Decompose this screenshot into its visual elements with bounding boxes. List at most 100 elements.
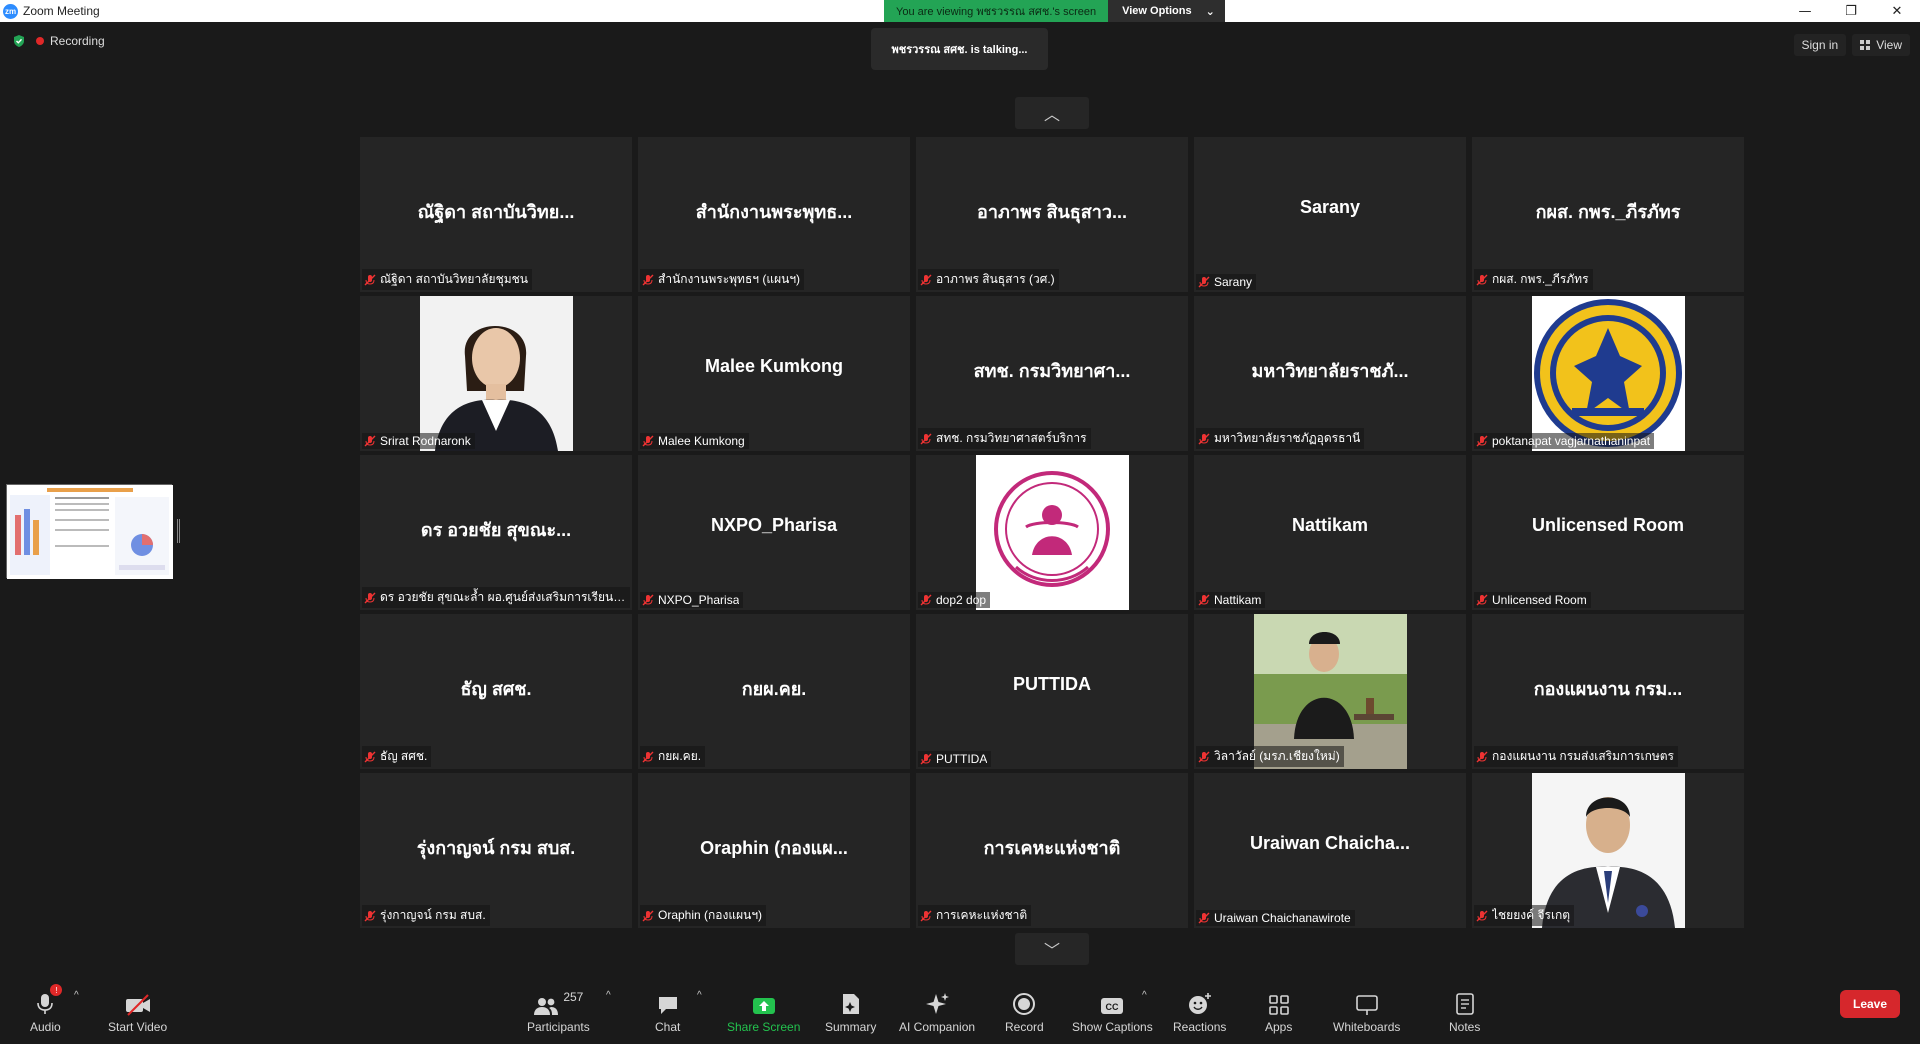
participant-tile[interactable]: Uraiwan Chaicha... Uraiwan Chaichanawirot… [1194,773,1466,928]
participant-tile[interactable]: poktanapat vagjarnathaninpat [1472,296,1744,451]
participant-name-text: วิลาวัลย์ (มรภ.เชียงใหม่) [1214,749,1340,763]
close-button[interactable]: ✕ [1874,0,1920,22]
participant-name-label: Nattikam [1196,592,1266,608]
view-label: View [1876,38,1902,52]
participant-name-text: Oraphin (กองแผนฯ) [658,908,763,922]
participant-name-label: กยผ.คย. [640,746,706,767]
participant-tile[interactable]: Malee Kumkong Malee Kumkong [638,296,910,451]
participant-name-text: poktanapat vagjarnathaninpat [1492,434,1651,448]
chevron-down-icon: ﹀ [1043,943,1060,960]
chat-button[interactable]: Chat [655,990,680,1034]
notes-button[interactable]: Notes [1449,990,1480,1034]
whiteboard-icon [1355,995,1378,1015]
participant-tile[interactable]: NXPO_Pharisa NXPO_Pharisa [638,455,910,610]
mic-muted-icon [1198,433,1210,444]
participant-picture [976,455,1129,610]
apps-button[interactable]: Apps [1265,990,1292,1034]
window-controls: — ❐ ✕ [1782,0,1920,22]
captions-options-caret-icon[interactable]: ^ [1142,990,1147,1001]
participant-display-name: NXPO_Pharisa [710,515,838,535]
participant-display-name: PUTTIDA [1013,674,1091,694]
participant-name-label: Srirat Rodnaronk [362,433,475,449]
participant-picture [1532,296,1685,451]
participant-display-name: มหาวิทยาลัยราชภั... [1251,361,1409,381]
participant-name-text: dop2 dop [936,593,987,607]
mic-muted-icon [1476,910,1488,921]
participant-name-label: poktanapat vagjarnathaninpat [1474,433,1655,449]
talking-text: พชรวรรณ สศช. is talking... [891,44,1028,56]
participant-tile[interactable]: การเคหะแห่งชาติ การเคหะแห่งชาติ [916,773,1188,928]
participant-display-name: กยผ.คย. [741,679,807,699]
leave-button[interactable]: Leave [1840,990,1900,1018]
participant-display-name: Sarany [1299,197,1361,217]
participant-tile[interactable]: กผส. กพร._ภีรภัทร กผส. กพร._ภีรภัทร [1472,137,1744,292]
participant-tile[interactable]: Nattikam Nattikam [1194,455,1466,610]
share-screen-icon [752,998,775,1014]
reactions-smiley-icon [1188,993,1211,1014]
participant-tile[interactable]: Unlicensed Room Unlicensed Room [1472,455,1744,610]
participant-tile[interactable]: Srirat Rodnaronk [360,296,632,451]
participant-display-name: Oraphin (กองแผ... [700,838,848,858]
participant-name-label: Unlicensed Room [1474,592,1591,608]
audio-options-caret-icon[interactable]: ^ [74,990,79,1001]
participant-tile[interactable]: กองแผนงาน กรม... กองแผนงาน กรมส่งเสริมการ… [1472,614,1744,769]
participant-tile[interactable]: ดร อวยชัย สุขณะ... ดร อวยชัย สุขณะล้ำ ผอ.… [360,455,632,610]
participant-name-text: สทช. กรมวิทยาศาสตร์บริการ [936,431,1087,445]
participant-tile[interactable]: กยผ.คย. กยผ.คย. [638,614,910,769]
share-screen-button[interactable]: Share Screen [727,990,800,1034]
thumbnail-resize-handle[interactable] [177,519,180,543]
chat-options-caret-icon[interactable]: ^ [697,990,702,1001]
start-video-button[interactable]: Start Video [108,990,167,1034]
reactions-button[interactable]: Reactions [1173,990,1226,1034]
participant-name-label: รุ่งกาญจน์ กรม สบส. [362,905,490,926]
participant-tile[interactable]: ณัฐิดา สถาบันวิทย... ณัฐิดา สถาบันวิทยาลั… [360,137,632,292]
participant-tile[interactable]: วิลาวัลย์ (มรภ.เชียงใหม่) [1194,614,1466,769]
recording-indicator[interactable]: Recording [36,34,105,48]
mic-muted-icon [1476,594,1488,606]
participants-options-caret-icon[interactable]: ^ [606,990,611,1001]
participant-name-label: กผส. กพร._ภีรภัทร [1474,269,1593,290]
view-options-button[interactable]: View Options ⌄ [1108,0,1225,22]
participant-tile[interactable]: ธัญ สศช. ธัญ สศช. [360,614,632,769]
mic-muted-icon [920,594,932,606]
mic-muted-icon [920,753,932,765]
participant-name-text: Uraiwan Chaichanawirote [1214,911,1351,925]
mic-muted-icon [364,274,376,285]
mic-muted-icon [364,435,376,447]
participant-tile[interactable]: Sarany Sarany [1194,137,1466,292]
participant-tile[interactable]: สำนักงานพระพุทธ... สำนักงานพระพุทธฯ (แผนฯ… [638,137,910,292]
minimize-button[interactable]: — [1782,0,1828,22]
gallery-page-down-button[interactable]: ﹀ [1015,933,1089,965]
mic-muted-icon [1198,751,1210,762]
viewing-screen-text: You are viewing พชรวรรณ สศช.'s screen [884,0,1109,22]
participant-tile[interactable]: PUTTIDA PUTTIDA [916,614,1188,769]
view-button[interactable]: View [1852,34,1910,56]
participant-tile[interactable]: มหาวิทยาลัยราชภั... มหาวิทยาลัยราชภัฏอุดร… [1194,296,1466,451]
participant-tile[interactable]: ไชยยงค์ จีรเกตุ [1472,773,1744,928]
participant-name-text: Malee Kumkong [658,434,745,448]
participants-button[interactable]: 257 Participants [527,990,590,1034]
participant-display-name: รุ่งกาญจน์ กรม สบส. [416,838,576,858]
ai-companion-button[interactable]: AI Companion [899,990,975,1034]
participant-tile[interactable]: dop2 dop [916,455,1188,610]
mic-muted-icon [1198,912,1210,924]
participant-tile[interactable]: รุ่งกาญจน์ กรม สบส. รุ่งกาญจน์ กรม สบส. [360,773,632,928]
participant-display-name: อาภาพร สินธุสาว... [977,202,1127,222]
mic-muted-icon [642,274,654,285]
audio-button[interactable]: ! Audio [30,984,63,1034]
record-button[interactable]: Record [1005,990,1044,1034]
whiteboards-button[interactable]: Whiteboards [1333,990,1400,1034]
participant-tile[interactable]: อาภาพร สินธุสาว... อาภาพร สินธุสาร (วศ.) [916,137,1188,292]
restore-button[interactable]: ❐ [1828,0,1874,22]
gallery-page-up-button[interactable]: ︿ [1015,97,1089,129]
sign-in-button[interactable]: Sign in [1793,34,1847,56]
participant-name-text: Srirat Rodnaronk [380,434,471,448]
participant-tile[interactable]: Oraphin (กองแผ... Oraphin (กองแผนฯ) [638,773,910,928]
participant-tile[interactable]: สทช. กรมวิทยาศา... สทช. กรมวิทยาศาสตร์บริ… [916,296,1188,451]
shared-screen-thumbnail[interactable] [6,484,173,579]
chat-icon [658,997,677,1014]
notes-icon [1455,993,1474,1015]
summary-button[interactable]: Summary [825,990,876,1034]
show-captions-button[interactable]: CC Show Captions [1072,990,1153,1034]
shield-check-icon[interactable] [12,34,26,48]
